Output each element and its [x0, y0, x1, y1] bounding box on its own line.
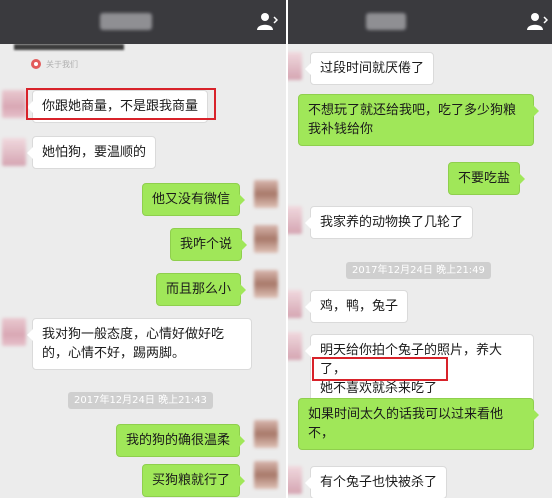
highlight-box [26, 88, 216, 120]
message-line-highlighted: 她不喜欢就杀来吃了 [320, 381, 438, 396]
chat-bubble-incoming: 过段时间就厌倦了 [304, 52, 435, 85]
chat-bubble-outgoing: 他又没有微信 [142, 183, 246, 216]
chat-bubble-incoming: 鸡，鸭，兔子 [304, 290, 409, 323]
chat-bubble-outgoing: 我的狗的确很温柔 [116, 424, 246, 457]
chat-bubble-outgoing: 而且那么小 [156, 273, 247, 306]
left-chat-panel: 关于我们 你跟她商量，不是跟我商量 她怕狗，要温顺的 他又没有微信 我咋个说 而… [0, 0, 286, 498]
chat-bubble-outgoing: 不想玩了就还给我吧，吃了多少狗粮我补钱给你 [298, 94, 539, 146]
avatar[interactable] [254, 461, 278, 489]
avatar[interactable] [254, 420, 278, 448]
timestamp: 2017年12月24日 晚上21:43 [68, 392, 213, 409]
avatar[interactable] [288, 290, 302, 318]
timestamp: 2017年12月24日 晚上21:49 [346, 262, 491, 279]
blurred-contact-name [100, 13, 152, 30]
blurred-contact-name [366, 13, 406, 30]
highlight-box [312, 357, 448, 381]
chat-bubble-incoming: 有个兔子也快被杀了 [304, 466, 448, 498]
avatar[interactable] [254, 225, 278, 253]
chat-bubble-incoming: 她怕狗，要温顺的 [26, 136, 157, 169]
avatar[interactable] [254, 270, 278, 298]
image-message-edge[interactable] [14, 44, 124, 50]
chat-bubble-incoming: 我对狗一般态度，心情好做好吃的，心情不好，踢两脚。 [27, 318, 252, 370]
chat-bubble-incoming: 我家养的动物换了几轮了 [304, 206, 474, 239]
avatar[interactable] [288, 332, 302, 360]
avatar[interactable] [288, 206, 302, 234]
top-bar [0, 0, 286, 44]
avatar[interactable] [288, 466, 302, 494]
right-chat-panel: 过段时间就厌倦了 不想玩了就还给我吧，吃了多少狗粮我补钱给你 不要吃盐 我家养的… [288, 0, 552, 498]
chat-bubble-outgoing: 不要吃盐 [448, 162, 526, 195]
person-icon[interactable] [256, 11, 278, 31]
avatar[interactable] [2, 90, 26, 118]
chat-bubble-outgoing: 买狗粮就行了 [142, 464, 246, 497]
note-row: 关于我们 [30, 58, 78, 70]
person-icon[interactable] [526, 11, 548, 31]
avatar[interactable] [288, 52, 302, 80]
avatar[interactable] [254, 180, 278, 208]
note-label: 关于我们 [46, 59, 78, 69]
avatar[interactable] [2, 138, 26, 166]
location-icon [31, 59, 41, 69]
avatar[interactable] [2, 318, 26, 346]
top-bar [288, 0, 552, 44]
chat-bubble-outgoing: 我咋个说 [170, 228, 248, 261]
chat-bubble-outgoing: 如果时间太久的话我可以过来看他不， [298, 398, 539, 450]
